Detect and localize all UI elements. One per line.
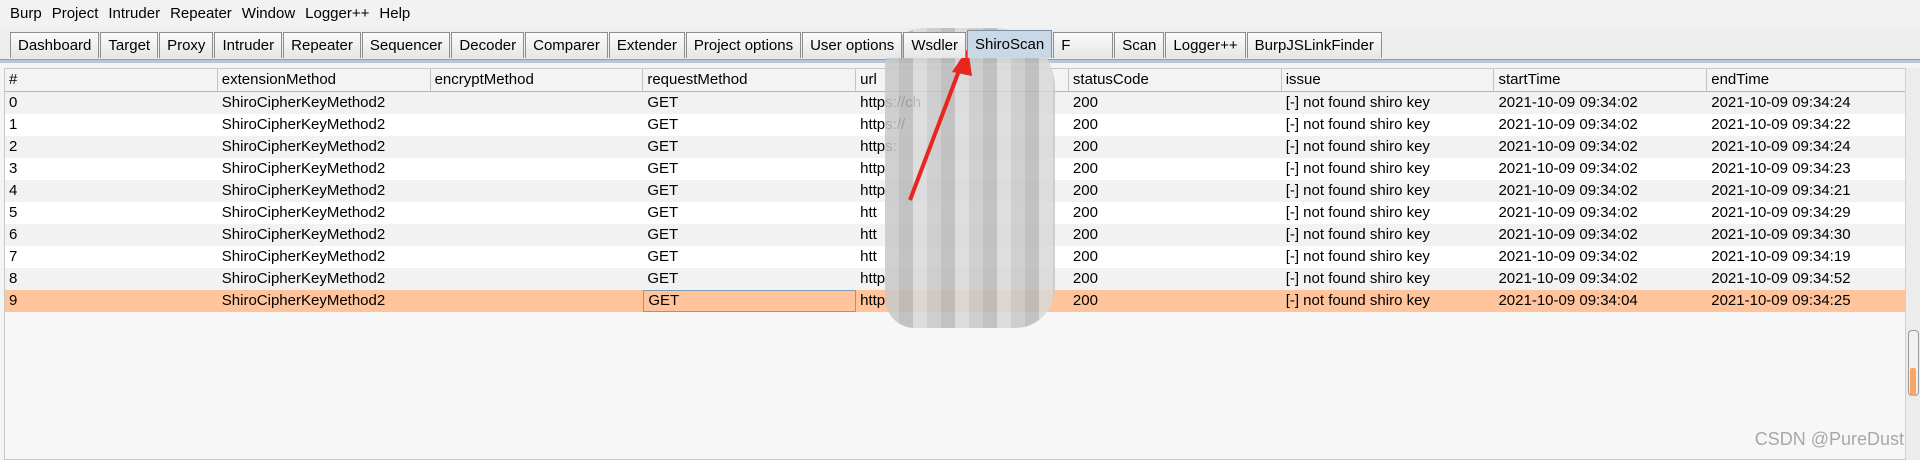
tab-scan[interactable]: Scan [1114, 32, 1165, 58]
tab-intruder[interactable]: Intruder [214, 32, 283, 58]
vertical-scrollbar[interactable] [1905, 68, 1920, 460]
tab-f[interactable]: F [1053, 32, 1114, 58]
tab-burpjslinkfinder[interactable]: BurpJSLinkFinder [1246, 32, 1382, 58]
tab-extender[interactable]: Extender [608, 32, 685, 58]
scrollbar-thumb-grip [1910, 368, 1916, 396]
tab-comparer[interactable]: Comparer [525, 32, 608, 58]
tab-target[interactable]: Target [100, 32, 159, 58]
tab-decoder[interactable]: Decoder [451, 32, 525, 58]
tab-user-options[interactable]: User options [802, 32, 903, 58]
tab-shiroscan[interactable]: ShiroScan [966, 30, 1053, 58]
tab-project-options[interactable]: Project options [685, 32, 802, 58]
watermark: CSDN @PureDust [1754, 429, 1904, 449]
annotation-arrow [908, 48, 972, 201]
tab-wsdler[interactable]: Wsdler [903, 32, 966, 58]
tab-repeater[interactable]: Repeater [283, 32, 361, 58]
tab-sequencer[interactable]: Sequencer [361, 32, 451, 58]
tab-proxy[interactable]: Proxy [159, 32, 214, 58]
tab-dashboard[interactable]: Dashboard [10, 32, 100, 58]
tab-logger[interactable]: Logger++ [1165, 32, 1246, 58]
